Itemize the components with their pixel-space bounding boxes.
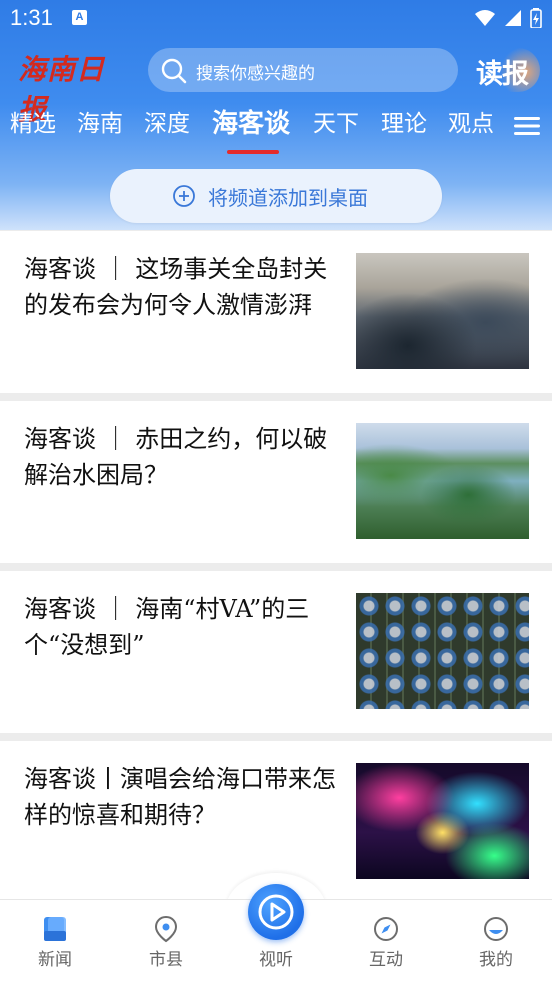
nav-cities[interactable]: 市县 bbox=[126, 900, 206, 983]
compass-icon bbox=[374, 917, 398, 941]
add-channel-to-desktop-button[interactable]: 将频道添加到桌面 bbox=[110, 169, 442, 223]
wifi-icon bbox=[475, 10, 495, 26]
signal-icon bbox=[505, 10, 521, 26]
media-center-button[interactable] bbox=[248, 884, 304, 940]
plus-circle-icon bbox=[173, 185, 195, 207]
tab-tianxia[interactable]: 天下 bbox=[313, 104, 359, 144]
add-channel-label: 将频道添加到桌面 bbox=[208, 186, 368, 210]
nav-media-label: 视听 bbox=[259, 950, 293, 970]
nav-cities-label: 市县 bbox=[149, 950, 183, 970]
channel-tabs: 精选 海南 深度 海客谈 天下 理论 观点 bbox=[0, 104, 552, 156]
article-card[interactable]: 海客谈 ｜ 海南“村VA”的三个“没想到” bbox=[0, 571, 552, 733]
status-time: 1:31 bbox=[10, 5, 53, 30]
nav-profile[interactable]: 我的 bbox=[456, 900, 536, 983]
article-thumbnail[interactable] bbox=[356, 763, 529, 879]
tab-jingxuan[interactable]: 精选 bbox=[10, 104, 56, 144]
article-thumbnail[interactable] bbox=[356, 423, 529, 539]
active-tab-indicator bbox=[227, 150, 279, 154]
location-icon bbox=[154, 915, 178, 943]
article-thumbnail[interactable] bbox=[356, 593, 529, 709]
menu-icon[interactable] bbox=[514, 116, 540, 136]
article-title[interactable]: 海客谈 ｜ 海南“村VA”的三个“没想到” bbox=[24, 591, 340, 663]
article-card[interactable]: 海客谈 ｜ 赤田之约，何以破解治水困局？ bbox=[0, 401, 552, 563]
article-title[interactable]: 海客谈丨演唱会给海口带来怎样的惊喜和期待？ bbox=[24, 761, 340, 833]
top-bar: 海南日报 搜索你感兴趣的 读报 bbox=[0, 44, 552, 126]
search-icon bbox=[161, 58, 187, 84]
read-newspaper-button[interactable]: 读报 bbox=[474, 48, 540, 92]
tab-lilun[interactable]: 理论 bbox=[381, 104, 427, 144]
article-title[interactable]: 海客谈 ｜ 赤田之约，何以破解治水困局？ bbox=[24, 421, 340, 493]
nav-interact-label: 互动 bbox=[369, 950, 403, 970]
search-placeholder: 搜索你感兴趣的 bbox=[196, 64, 315, 84]
tab-hainan[interactable]: 海南 bbox=[77, 104, 123, 144]
nav-interact[interactable]: 互动 bbox=[346, 900, 426, 983]
article-title[interactable]: 海客谈 ｜ 这场事关全岛封关的发布会为何令人激情澎湃 bbox=[24, 251, 340, 323]
tab-shendu[interactable]: 深度 bbox=[144, 104, 190, 144]
read-newspaper-label: 读报 bbox=[476, 59, 529, 90]
thumbnail-pattern bbox=[356, 593, 529, 709]
tab-guandian[interactable]: 观点 bbox=[448, 104, 494, 144]
status-bar: 1:31 A bbox=[0, 0, 552, 38]
article-thumbnail[interactable] bbox=[356, 253, 529, 369]
battery-icon bbox=[530, 8, 542, 28]
play-icon bbox=[258, 894, 294, 930]
notification-icon: A bbox=[72, 10, 87, 25]
nav-profile-label: 我的 bbox=[479, 950, 513, 970]
search-input[interactable]: 搜索你感兴趣的 bbox=[148, 48, 458, 92]
tab-haiketan[interactable]: 海客谈 bbox=[212, 104, 290, 144]
nav-news-label: 新闻 bbox=[38, 950, 72, 970]
app-logo: 海南日报 bbox=[18, 53, 106, 126]
news-icon bbox=[44, 917, 66, 941]
status-icons bbox=[474, 8, 542, 28]
nav-news[interactable]: 新闻 bbox=[15, 900, 95, 983]
article-card[interactable]: 海客谈 ｜ 这场事关全岛封关的发布会为何令人激情澎湃 bbox=[0, 231, 552, 393]
profile-icon bbox=[484, 917, 508, 941]
